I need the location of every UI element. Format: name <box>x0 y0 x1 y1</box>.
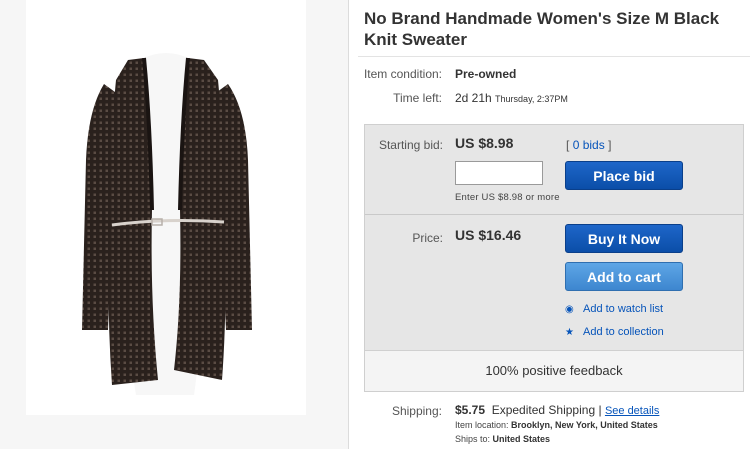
shipping-separator: | <box>598 403 602 417</box>
bid-amount-input[interactable] <box>455 161 543 185</box>
item-title: No Brand Handmade Women's Size M Black K… <box>364 9 720 49</box>
buy-it-now-button[interactable]: Buy It Now <box>565 224 683 253</box>
shipping-cost: $5.75 <box>455 403 486 417</box>
item-location: Item location: Brooklyn, New York, Unite… <box>455 420 658 430</box>
star-icon: ★ <box>565 327 574 338</box>
ships-to-label: Ships to: <box>455 434 491 444</box>
seller-feedback: 100% positive feedback <box>365 350 743 391</box>
add-to-collection-link[interactable]: ★ Add to collection <box>565 326 664 338</box>
time-left-remaining: 2d 21h <box>455 91 492 105</box>
ships-to: Ships to: United States <box>455 434 550 444</box>
sweater-image <box>82 53 252 395</box>
time-left-label: Time left: <box>393 91 442 105</box>
price-amount: US $16.46 <box>455 227 522 243</box>
bids-bracket-close: ] <box>608 138 612 152</box>
starting-bid-amount: US $8.98 <box>455 135 514 151</box>
eye-icon: ◉ <box>565 304 574 315</box>
ships-to-value: United States <box>492 434 551 444</box>
product-photo[interactable] <box>26 0 306 415</box>
bid-divider <box>365 214 743 215</box>
bids-bracket-open: [ <box>566 138 570 152</box>
starting-bid-label: Starting bid: <box>378 138 443 152</box>
bids-count: [ 0 bids ] <box>566 138 611 152</box>
time-left-value: 2d 21h Thursday, 2:37PM <box>455 91 568 105</box>
title-divider <box>358 56 750 57</box>
collection-label: Add to collection <box>583 326 664 338</box>
bid-box: Starting bid: US $8.98 [ 0 bids ] Place … <box>364 124 744 392</box>
item-location-value: Brooklyn, New York, United States <box>511 420 658 430</box>
bids-count-link[interactable]: 0 bids <box>573 138 605 152</box>
bid-hint: Enter US $8.98 or more <box>455 192 560 203</box>
condition-value: Pre-owned <box>455 67 517 81</box>
shipping-label: Shipping: <box>391 404 442 418</box>
add-to-cart-button[interactable]: Add to cart <box>565 262 683 291</box>
add-to-watch-list-link[interactable]: ◉ Add to watch list <box>565 303 663 315</box>
item-location-label: Item location: <box>455 420 509 430</box>
price-label: Price: <box>412 231 443 245</box>
time-left-end: Thursday, 2:37PM <box>495 94 568 104</box>
watch-list-label: Add to watch list <box>583 303 664 315</box>
shipping-method: Expedited Shipping <box>491 403 596 417</box>
shipping-value: $5.75 Expedited Shipping | See details <box>455 403 659 417</box>
image-panel <box>0 0 349 449</box>
see-details-link[interactable]: See details <box>605 405 659 417</box>
place-bid-button[interactable]: Place bid <box>565 161 683 190</box>
condition-label: Item condition: <box>363 67 442 81</box>
